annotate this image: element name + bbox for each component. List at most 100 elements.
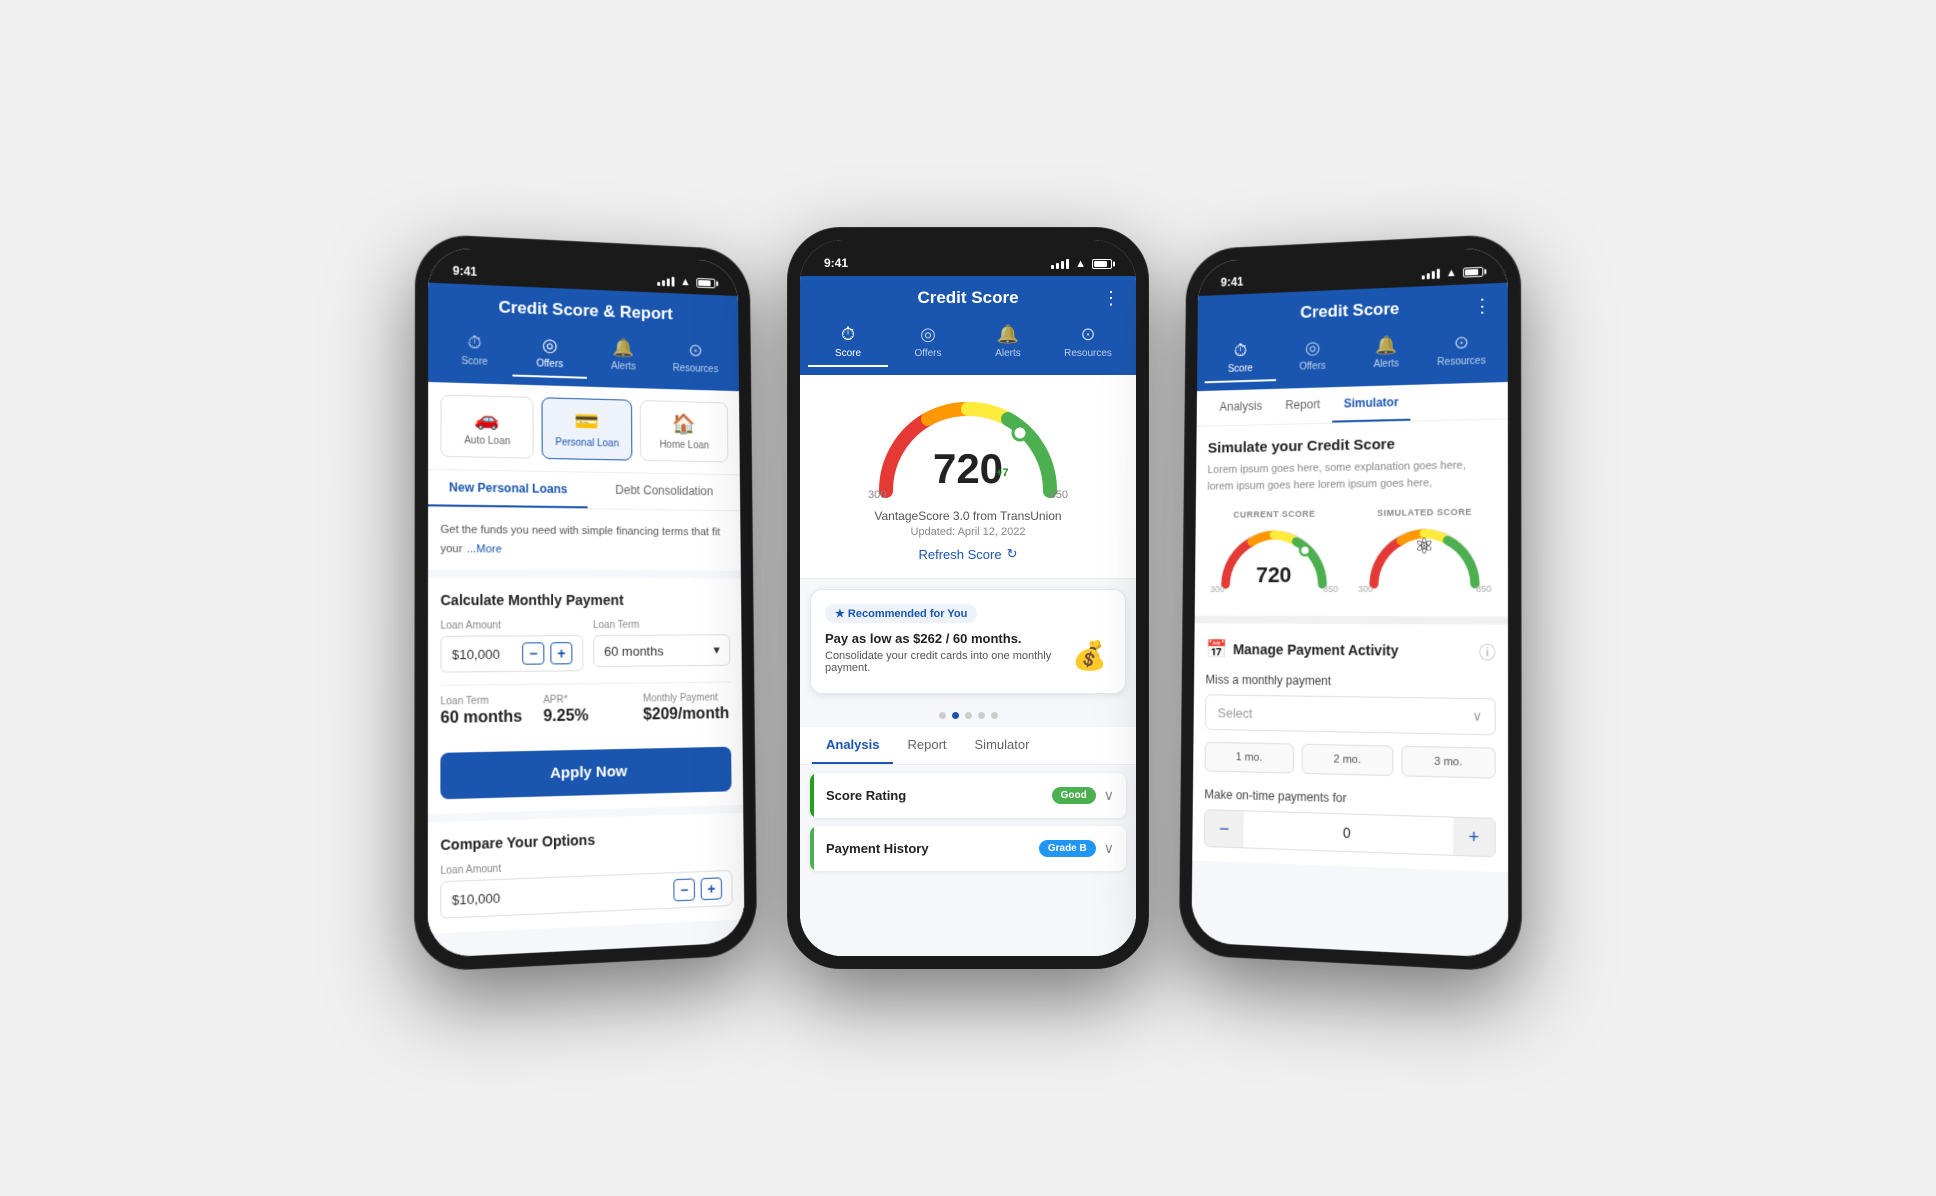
- home-icon: 🏠: [672, 412, 696, 437]
- sim-analysis-label: Analysis: [1219, 399, 1262, 414]
- current-score-item: CURRENT SCORE: [1206, 508, 1342, 594]
- phone2-title: Credit Score: [917, 288, 1018, 308]
- ontime-minus-button[interactable]: −: [1205, 810, 1244, 847]
- ontime-stepper: − 0 +: [1204, 809, 1496, 857]
- p2-alerts-icon: 🔔: [997, 324, 1019, 345]
- home-label: Home Loan: [660, 440, 710, 452]
- month-opt-1[interactable]: 1 mo.: [1205, 742, 1294, 774]
- sub-tab-new[interactable]: New Personal Loans: [428, 470, 587, 509]
- simulated-score-label: SIMULATED SCORE: [1354, 506, 1495, 518]
- p2-nav-score[interactable]: ⏱ Score: [808, 318, 888, 367]
- payment-history-name: Payment History: [826, 841, 1039, 856]
- month-opt-3[interactable]: 3 mo.: [1401, 746, 1495, 779]
- score-icon: ⏱: [467, 332, 481, 353]
- auto-label: Auto Loan: [464, 435, 510, 447]
- ontime-plus-button[interactable]: +: [1453, 818, 1494, 857]
- compare-loan-input[interactable]: $10,000 − +: [440, 870, 732, 919]
- info-icon[interactable]: ⓘ: [1479, 639, 1496, 664]
- payment-history-row[interactable]: Payment History Grade B ∨: [810, 826, 1126, 871]
- p2-score-icon: ⏱: [841, 324, 855, 345]
- miss-label: Miss a monthly payment: [1205, 673, 1495, 690]
- loan-amount-plus[interactable]: +: [550, 642, 572, 664]
- p3-nav-score[interactable]: ⏱ Score: [1205, 333, 1277, 383]
- loan-amount-minus[interactable]: −: [522, 642, 544, 664]
- nav-resources-label: Resources: [673, 363, 719, 375]
- result-apr-value: 9.25%: [543, 707, 633, 727]
- p2-nav-resources-label: Resources: [1064, 348, 1112, 359]
- loan-amount-field: Loan Amount $10,000 − +: [440, 620, 583, 673]
- analysis-tab-label: Analysis: [826, 737, 879, 752]
- loan-term-select[interactable]: 60 months ▾: [593, 634, 730, 667]
- sub-tab-debt[interactable]: Debt Consolidation: [587, 473, 740, 511]
- loan-amount-value: $10,000: [452, 646, 516, 662]
- nav-offers-label: Offers: [536, 358, 563, 370]
- nav-tab-resources[interactable]: ⊙ Resources: [660, 333, 732, 383]
- phone3-screen: 9:41 ▲: [1191, 247, 1508, 958]
- phone2-wrapper: 9:41 ▲: [788, 228, 1148, 968]
- loan-amount-label: Loan Amount: [440, 620, 583, 632]
- miss-payment-select[interactable]: Select ∨: [1205, 694, 1496, 735]
- result-term-value: 60 months: [440, 708, 533, 728]
- more-link[interactable]: ...More: [467, 543, 502, 555]
- loan-type-auto[interactable]: 🚗 Auto Loan: [440, 394, 533, 458]
- refresh-score-label: Refresh Score: [919, 547, 1002, 562]
- phone3-battery: [1463, 267, 1483, 278]
- apply-now-button[interactable]: Apply Now: [440, 747, 731, 800]
- score-rating-badge: Good: [1052, 787, 1096, 804]
- p2-nav-alerts-label: Alerts: [995, 348, 1021, 359]
- p3-nav-resources[interactable]: ⊙ Resources: [1424, 325, 1500, 377]
- phone3-menu-icon[interactable]: ⋮: [1473, 295, 1491, 317]
- dot-2: [952, 712, 959, 719]
- loan-amount-input[interactable]: $10,000 − +: [440, 635, 583, 673]
- rec-payment-text: Pay as low as $262 / 60 months.: [825, 631, 1068, 646]
- personal-label: Personal Loan: [555, 437, 619, 449]
- current-score-num: 720: [1256, 562, 1292, 588]
- month-opt-2[interactable]: 2 mo.: [1302, 744, 1394, 776]
- manage-title-text: Manage Payment Activity: [1233, 641, 1399, 658]
- sim-tab-analysis[interactable]: Analysis: [1208, 389, 1274, 426]
- analysis-tab-report[interactable]: Report: [893, 727, 960, 764]
- result-payment: Monthly Payment $209/month: [643, 692, 731, 724]
- phone2-menu-icon[interactable]: ⋮: [1102, 288, 1120, 309]
- personal-icon: 💳: [575, 409, 600, 434]
- dot-3: [965, 712, 972, 719]
- nav-tab-offers[interactable]: ◎ Offers: [512, 328, 587, 379]
- nav-tab-alerts[interactable]: 🔔 Alerts: [587, 331, 660, 381]
- month-options: 1 mo. 2 mo. 3 mo.: [1205, 742, 1496, 779]
- loan-term-label: Loan Term: [593, 620, 730, 631]
- result-payment-label: Monthly Payment: [643, 692, 731, 704]
- nav-tab-score[interactable]: ⏱ Score: [436, 325, 512, 377]
- sim-tab-simulator[interactable]: Simulator: [1332, 385, 1411, 423]
- compare-loan-plus[interactable]: +: [701, 877, 722, 900]
- refresh-score-button[interactable]: Refresh Score ↻: [919, 546, 1018, 562]
- rec-money-icon: 💰: [1068, 631, 1111, 679]
- compare-loan-minus[interactable]: −: [673, 878, 695, 901]
- score-source: VantageScore 3.0 from TransUnion: [874, 509, 1061, 523]
- analysis-tab-simulator[interactable]: Simulator: [961, 727, 1044, 764]
- analysis-tab-analysis[interactable]: Analysis: [812, 727, 893, 764]
- phone1-signal: [657, 276, 674, 286]
- score-rating-chevron-icon: ∨: [1104, 787, 1114, 804]
- phone1-title: Credit Score & Report: [498, 298, 672, 325]
- loan-type-home[interactable]: 🏠 Home Loan: [640, 400, 729, 463]
- current-gauge: 720 300 850: [1206, 524, 1342, 594]
- p2-nav-resources[interactable]: ⊙ Resources: [1048, 318, 1128, 367]
- recommended-card: Recommended for You Pay as low as $262 /…: [810, 589, 1126, 694]
- loan-type-personal[interactable]: 💳 Personal Loan: [541, 397, 632, 460]
- score-rating-row[interactable]: Score Rating Good ∨: [810, 773, 1126, 818]
- phone2-screen: 9:41 ▲: [800, 240, 1136, 956]
- p2-nav-offers[interactable]: ◎ Offers: [888, 318, 968, 367]
- p3-nav-offers[interactable]: ◎ Offers: [1276, 331, 1349, 381]
- p2-offers-icon: ◎: [920, 324, 936, 345]
- p3-nav-alerts[interactable]: 🔔 Alerts: [1349, 328, 1424, 379]
- score-gauge-container: 720 +7 300 850: [868, 391, 1068, 501]
- loan-sub-tabs: New Personal Loans Debt Consolidation: [428, 470, 740, 511]
- score-number: 720: [933, 445, 1003, 493]
- p2-nav-alerts[interactable]: 🔔 Alerts: [968, 318, 1048, 367]
- compare-title: Compare Your Options: [440, 827, 732, 853]
- phone2-wifi-icon: ▲: [1075, 258, 1086, 270]
- ontime-value: 0: [1243, 815, 1453, 850]
- sim-tab-report[interactable]: Report: [1274, 387, 1333, 424]
- p3-offers-icon: ◎: [1305, 338, 1320, 359]
- simulator-tab-label: Simulator: [975, 737, 1030, 752]
